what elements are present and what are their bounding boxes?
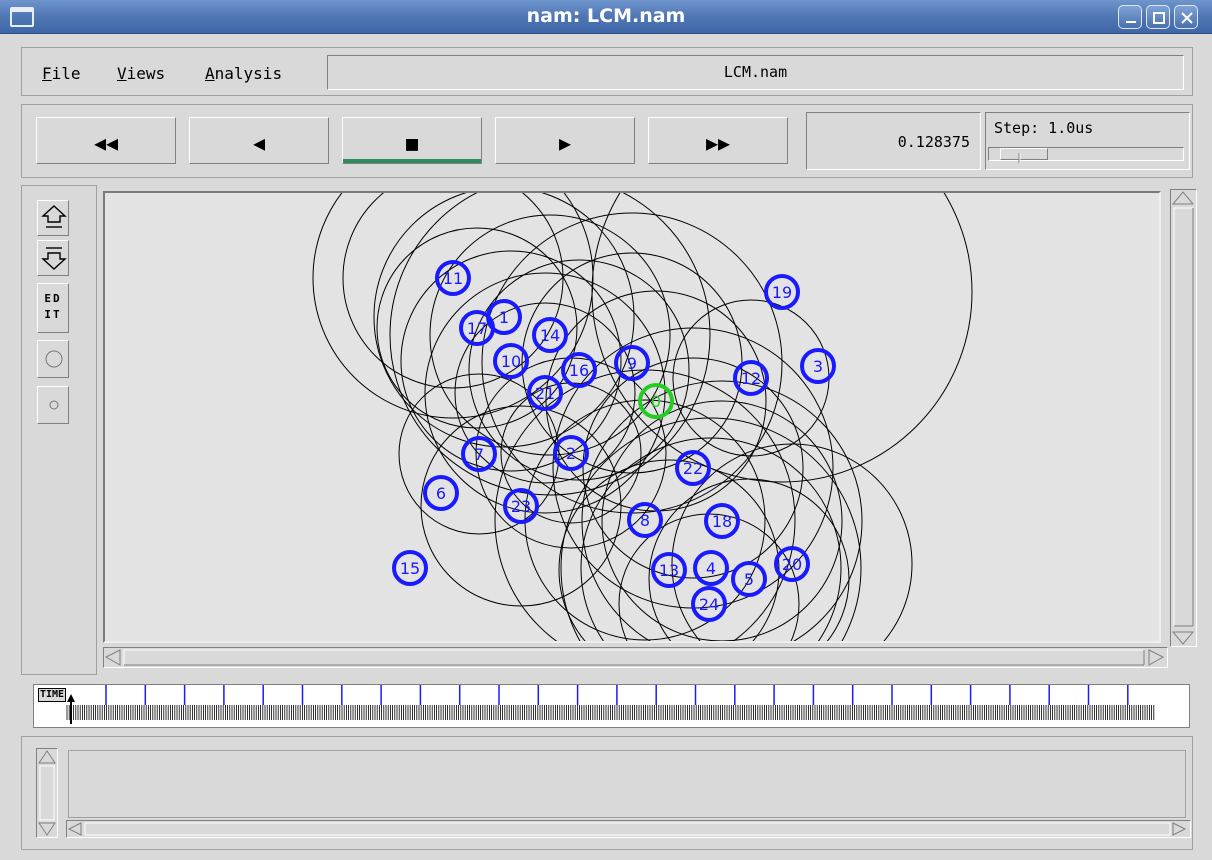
maximize-icon[interactable] — [1146, 5, 1170, 29]
node-label: 18 — [712, 512, 732, 531]
node-13[interactable]: 13 — [651, 552, 687, 588]
menu-views-label: Views — [117, 64, 166, 83]
node-8[interactable]: 8 — [627, 502, 663, 538]
step-slider-thumb[interactable] — [1000, 148, 1048, 163]
node-12[interactable]: 12 — [733, 360, 769, 396]
node-label: 19 — [772, 283, 792, 302]
log-horizontal-scrollbar[interactable] — [66, 820, 1191, 838]
zoom-in-icon[interactable] — [37, 200, 69, 236]
edit-label-top: ED — [44, 292, 62, 305]
node-label: 2 — [566, 444, 576, 463]
step-label: Step: 1.0us — [994, 119, 1094, 137]
node-label: 11 — [443, 269, 463, 288]
node-label: 17 — [467, 319, 487, 338]
node-label: 13 — [659, 561, 679, 580]
time-display: 0.128375 — [806, 112, 981, 170]
menu-file-label: File — [42, 64, 81, 83]
node-14[interactable]: 14 — [532, 317, 568, 353]
range-circle — [591, 193, 973, 483]
node-0[interactable]: 0 — [638, 383, 674, 419]
minimize-icon[interactable] — [1118, 5, 1142, 29]
node-label: 20 — [782, 555, 802, 574]
node-label: 12 — [741, 369, 761, 388]
edit-label-bottom: IT — [44, 308, 62, 321]
node-label: 1 — [499, 308, 509, 327]
node-label: 3 — [813, 357, 823, 376]
node-label: 14 — [540, 326, 560, 345]
time-slider-label: TIME — [38, 688, 67, 702]
network-view[interactable]: 11 19 17 1 14 10 16 9 12 3 21 0 7 2 6 23 22 8 18 15 13 4 20 5 24 — [105, 193, 1159, 641]
node-23[interactable]: 23 — [503, 488, 539, 524]
small-node-icon[interactable] — [37, 386, 69, 424]
range-circle — [342, 193, 564, 389]
menu-file[interactable]: File — [42, 64, 81, 83]
node-label: 23 — [511, 497, 531, 516]
window-title: nam: LCM.nam — [526, 5, 686, 27]
play-button[interactable]: ▶ — [495, 117, 635, 164]
stop-icon: ■ — [405, 131, 419, 155]
node-label: 7 — [474, 445, 484, 464]
node-21[interactable]: 21 — [527, 375, 563, 411]
menu-views[interactable]: Views — [117, 64, 165, 83]
node-15[interactable]: 15 — [392, 550, 428, 586]
node-label: 22 — [683, 459, 703, 478]
menu-analysis-label: Analysis — [205, 64, 283, 83]
range-circle — [558, 459, 780, 641]
node-3[interactable]: 3 — [800, 348, 836, 384]
node-6[interactable]: 6 — [423, 475, 459, 511]
node-4[interactable]: 4 — [693, 550, 729, 586]
close-icon[interactable] — [1174, 5, 1198, 29]
node-label: 15 — [400, 559, 420, 578]
edit-button[interactable]: ED IT — [37, 283, 69, 333]
node-20[interactable]: 20 — [774, 546, 810, 582]
node-1[interactable]: 1 — [486, 299, 522, 335]
node-label: 8 — [640, 511, 650, 530]
node-label: 4 — [706, 559, 716, 578]
node-label: 10 — [501, 352, 521, 371]
node-label: 5 — [744, 570, 754, 589]
time-value: 0.128375 — [897, 133, 970, 151]
node-2[interactable]: 2 — [553, 435, 589, 471]
zoom-out-icon[interactable] — [37, 240, 69, 276]
node-label: 0 — [651, 392, 661, 411]
stop-button[interactable]: ■ — [342, 117, 482, 164]
node-22[interactable]: 22 — [675, 450, 711, 486]
fast-forward-button[interactable]: ▶▶ — [648, 117, 788, 164]
node-label: 6 — [436, 484, 446, 503]
node-label: 16 — [569, 361, 589, 380]
large-node-icon[interactable] — [37, 340, 69, 378]
play-icon: ▶ — [558, 131, 572, 155]
node-label: 21 — [535, 384, 555, 403]
step-back-button[interactable]: ◀ — [189, 117, 329, 164]
time-slider[interactable] — [33, 684, 1190, 728]
rewind-icon: ◀◀ — [93, 131, 119, 155]
network-canvas[interactable]: 11 19 17 1 14 10 16 9 12 3 21 0 7 2 6 23 22 8 18 15 13 4 20 5 24 — [103, 191, 1161, 643]
rewind-button[interactable]: ◀◀ — [36, 117, 176, 164]
node-label: 9 — [627, 354, 637, 373]
log-vertical-scrollbar[interactable] — [36, 748, 58, 838]
node-7[interactable]: 7 — [461, 436, 497, 472]
log-text-area[interactable] — [68, 750, 1186, 818]
canvas-vertical-scrollbar[interactable] — [1170, 189, 1197, 647]
node-19[interactable]: 19 — [764, 274, 800, 310]
node-5[interactable]: 5 — [731, 561, 767, 597]
title-bar[interactable]: nam: LCM.nam — [0, 0, 1212, 34]
node-24[interactable]: 24 — [691, 586, 727, 622]
node-18[interactable]: 18 — [704, 503, 740, 539]
node-11[interactable]: 11 — [435, 260, 471, 296]
time-slider-thumb[interactable] — [67, 694, 75, 728]
filename-display: LCM.nam — [327, 55, 1184, 90]
node-label: 24 — [699, 595, 719, 614]
canvas-horizontal-scrollbar[interactable] — [103, 647, 1168, 668]
fast-forward-icon: ▶▶ — [705, 131, 731, 155]
menu-analysis[interactable]: Analysis — [205, 64, 282, 83]
range-circle — [581, 380, 863, 641]
step-back-icon: ◀ — [252, 131, 266, 155]
filename-text: LCM.nam — [723, 63, 788, 81]
